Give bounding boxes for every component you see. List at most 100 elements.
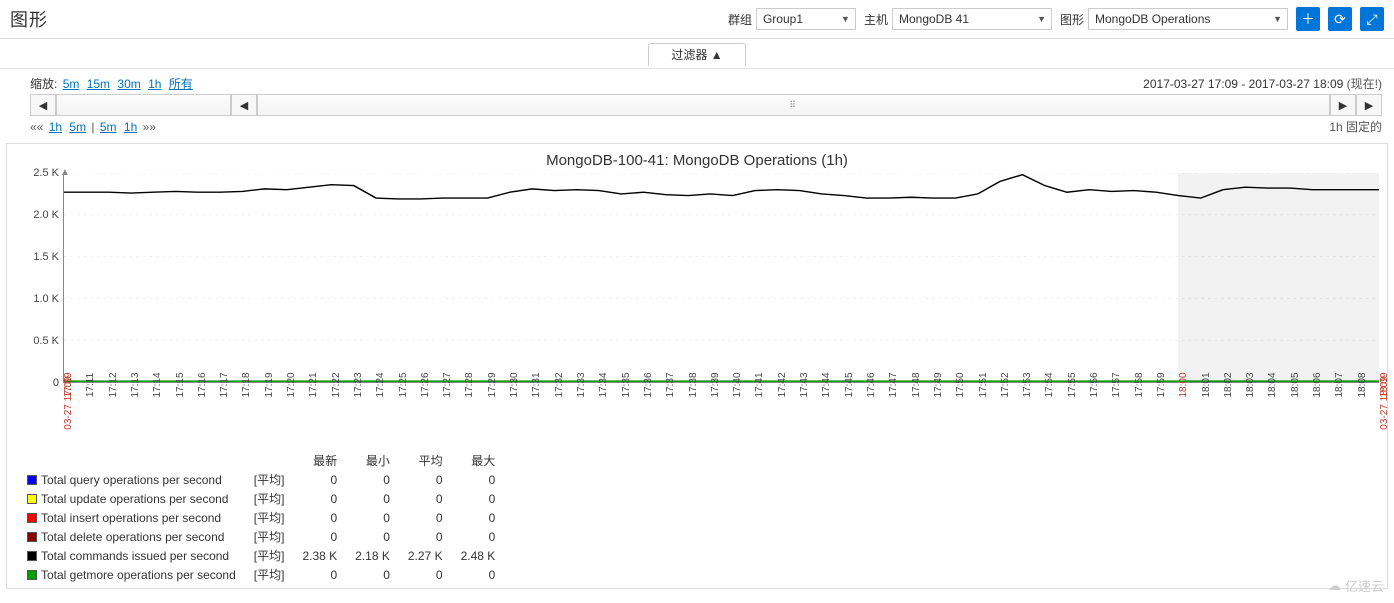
x-tick: 17:28 [464,372,475,397]
timerange-text: 2017-03-27 17:09 - 2017-03-27 18:09 [1143,77,1343,91]
x-ticks: 17:0917:1117:1217:1317:1417:1517:1617:17… [63,383,1379,443]
x-boundary-left: 03-27 17:09 [63,376,74,429]
timeline-grip-icon: ⠿ [789,100,798,111]
paging-links: «« 1h 5m | 5m 1h »» [30,120,156,134]
legend-row[interactable]: Total getmore operations per second[平均]0… [23,565,509,584]
timeline-prev-block-button[interactable]: ◀ [30,94,56,116]
x-tick: 17:51 [978,372,989,397]
timeline-track-main[interactable]: ⠿ [257,94,1330,116]
legend-latest: 0 [298,489,351,508]
refresh-icon: ⟳ [1334,11,1346,28]
zoom-opt-5m[interactable]: 5m [63,77,80,91]
page-back-more[interactable]: «« [30,120,43,134]
x-tick: 17:45 [844,372,855,397]
y-axis-arrow-icon: ▲ [60,167,70,178]
x-tick: 17:21 [308,372,319,397]
x-tick: 17:53 [1022,372,1033,397]
y-axis: 00.5 K1.0 K1.5 K2.0 K2.5 K [15,173,63,383]
x-tick: 17:11 [85,373,96,397]
host-dropdown[interactable]: MongoDB 41 ▼ [892,8,1052,30]
x-tick: 17:38 [688,372,699,397]
timeline-prev-button[interactable]: ◀ [231,94,257,116]
timeline-track-overview[interactable] [56,94,231,116]
timeline-next-block-button[interactable]: ▶ [1356,94,1382,116]
y-tick: 2.0 K [33,209,59,221]
legend-row[interactable]: Total insert operations per second[平均]00… [23,508,509,527]
x-tick: 17:48 [911,372,922,397]
x-tick: 17:18 [241,372,252,397]
x-tick: 17:43 [799,372,810,397]
x-tick: 18:02 [1223,372,1234,397]
legend-row[interactable]: Total delete operations per second[平均]00… [23,527,509,546]
legend-swatch [27,475,37,485]
legend-table: 最新最小平均最大 Total query operations per seco… [23,451,509,584]
legend-min: 2.18 K [351,546,404,565]
page-fwd-5m[interactable]: 5m [100,120,117,134]
x-tick: 18:06 [1312,372,1323,397]
legend-max: 0 [457,470,510,489]
y-tick: 1.5 K [33,251,59,263]
zoom-opt-30m[interactable]: 30m [117,77,140,91]
zoom-opt-所有[interactable]: 所有 [169,77,193,91]
timeline-row: ◀ ◀ ⠿ ▶ ▶ [0,92,1394,116]
legend-agg: [平均] [250,470,299,489]
zoom-opt-1h[interactable]: 1h [148,77,161,91]
x-tick: 17:37 [665,372,676,397]
legend-name: Total delete operations per second [41,530,224,544]
x-tick: 17:40 [732,372,743,397]
x-boundary-right: 03-27 18:09 [1379,376,1390,429]
chart-title: MongoDB-100-41: MongoDB Operations (1h) [15,152,1379,169]
zoom-opt-15m[interactable]: 15m [87,77,110,91]
legend-min: 0 [351,470,404,489]
legend-max: 2.48 K [457,546,510,565]
watermark-text: 亿速云 [1345,576,1384,595]
plot-area[interactable]: ▲ [63,173,1379,383]
group-dropdown[interactable]: Group1 ▼ [756,8,856,30]
chevron-down-icon: ▼ [841,14,850,24]
page-back-5m[interactable]: 5m [69,120,86,134]
filter-tab[interactable]: 过滤器 ▲ [648,43,745,66]
x-tick: 18:03 [1245,372,1256,397]
x-tick: 17:32 [554,372,565,397]
graph-dropdown[interactable]: MongoDB Operations ▼ [1088,8,1288,30]
legend-row[interactable]: Total commands issued per second[平均]2.38… [23,546,509,565]
timerange-now: (现在!) [1347,77,1382,91]
legend-agg: [平均] [250,527,299,546]
refresh-button[interactable]: ⟳ [1328,7,1352,31]
legend-header: 平均 [404,451,457,470]
x-tick: 17:54 [1044,372,1055,397]
timeline-next-button[interactable]: ▶ [1330,94,1356,116]
chart-card: MongoDB-100-41: MongoDB Operations (1h) … [6,143,1388,589]
x-axis: 17:0917:1117:1217:1317:1417:1517:1617:17… [15,383,1379,443]
plus-icon: ＋ [1301,9,1315,29]
x-tick: 17:52 [1000,372,1011,397]
x-tick: 18:01 [1201,372,1212,397]
legend-name: Total insert operations per second [41,511,221,525]
x-tick: 17:34 [598,372,609,397]
legend-swatch [27,570,37,580]
x-tick: 17:33 [576,372,587,397]
page-fwd-more[interactable]: »» [143,120,156,134]
legend-max: 0 [457,527,510,546]
add-button[interactable]: ＋ [1296,7,1320,31]
legend-header: 最小 [351,451,404,470]
legend-avg: 2.27 K [404,546,457,565]
x-tick: 17:50 [955,372,966,397]
host-label: 主机 [864,11,888,28]
legend-row[interactable]: Total update operations per second[平均]00… [23,489,509,508]
legend-swatch [27,513,37,523]
page-fwd-1h[interactable]: 1h [124,120,137,134]
x-tick: 17:15 [175,372,186,397]
legend-latest: 0 [298,565,351,584]
cloud-icon: ☁ [1328,578,1341,594]
x-tick: 18:08 [1357,372,1368,397]
x-tick: 17:56 [1089,372,1100,397]
legend-max: 0 [457,508,510,527]
timerange-display: 2017-03-27 17:09 - 2017-03-27 18:09 (现在!… [1143,75,1382,92]
legend-latest: 0 [298,527,351,546]
x-tick: 17:41 [754,372,765,397]
legend-agg: [平均] [250,489,299,508]
fullscreen-button[interactable]: ⤢ [1360,7,1384,31]
page-back-1h[interactable]: 1h [49,120,62,134]
legend-row[interactable]: Total query operations per second[平均]000… [23,470,509,489]
